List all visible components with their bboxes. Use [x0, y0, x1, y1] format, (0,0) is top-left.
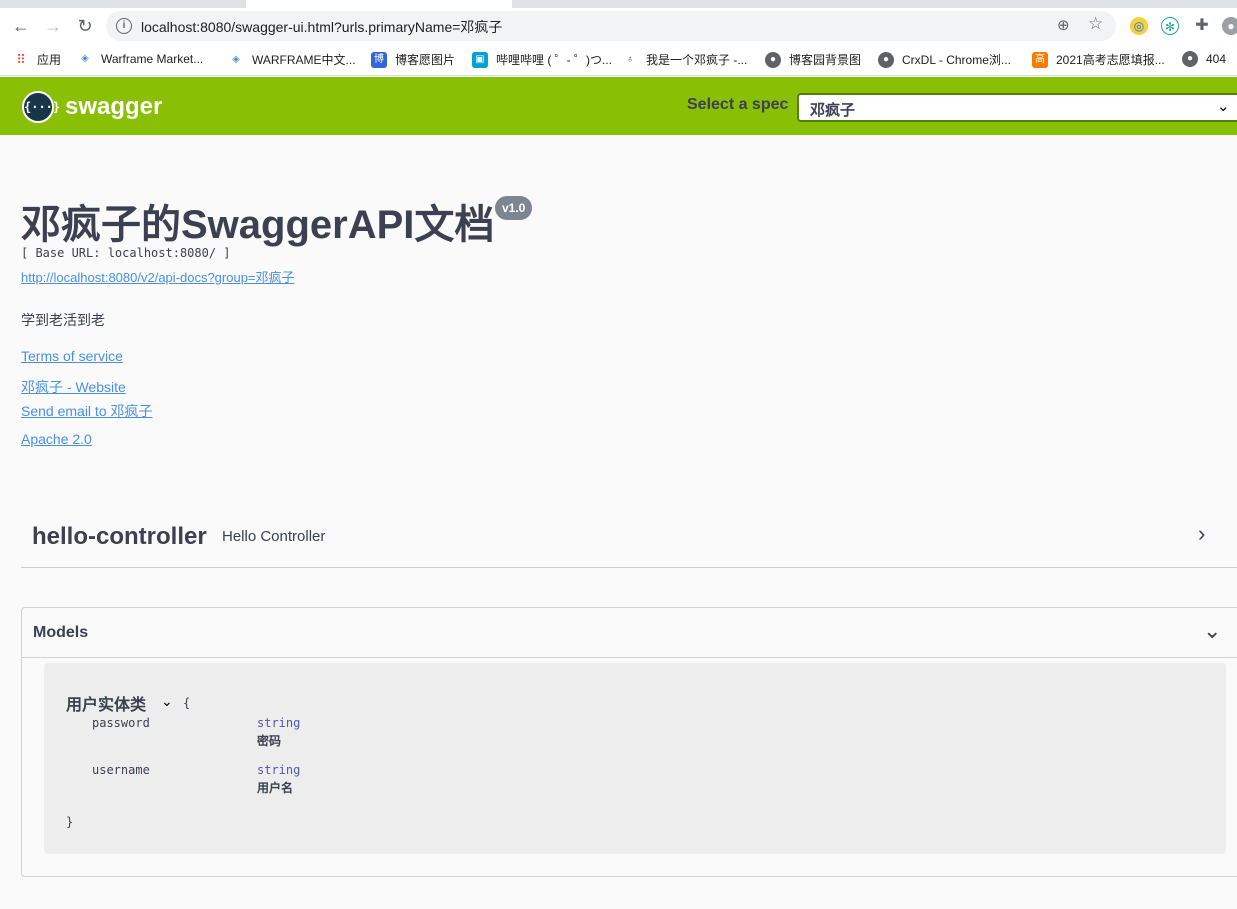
warframe-icon: ◈ [232, 53, 240, 65]
version-badge: v1.0 [495, 196, 533, 220]
globe-icon: ● [765, 51, 781, 68]
controller-name[interactable]: hello-controller [32, 523, 207, 551]
address-row: ← → ↻ i localhost:8080/swagger-ui.html?u… [0, 8, 1237, 44]
chevron-right-icon[interactable]: › [1198, 521, 1205, 547]
blog-icon: 博 [371, 51, 387, 68]
website-link[interactable]: 邓疯子 - Website [21, 377, 126, 397]
property-name: username [92, 763, 150, 777]
close-brace: } [66, 815, 74, 829]
globe-icon: ● [1182, 51, 1198, 67]
models-header[interactable]: Models ⌄ [22, 608, 1237, 658]
zoom-icon[interactable]: ⊕ [1057, 16, 1070, 34]
model-container: 用户实体类 ⌄ { password string 密码 username st… [44, 663, 1226, 854]
bookmark-item[interactable]: ● 404 [1182, 51, 1226, 67]
property-description: 用户名 [257, 781, 294, 795]
forward-arrow-icon[interactable]: → [41, 16, 65, 36]
model-name[interactable]: 用户实体类 [66, 691, 146, 715]
license-link[interactable]: Apache 2.0 [21, 431, 92, 447]
open-brace: { [183, 696, 191, 710]
puzzle-icon[interactable]: ✚ [1193, 17, 1211, 35]
terms-of-service-link[interactable]: Terms of service [21, 348, 123, 364]
extension-icon[interactable]: ✻ [1161, 17, 1179, 35]
bookmark-item[interactable]: ● CrxDL - Chrome浏... [878, 51, 1011, 68]
bookmark-item[interactable]: 高 2021高考志愿填报... [1032, 51, 1165, 68]
controller-section[interactable]: hello-controller Hello Controller › [21, 507, 1237, 568]
person-icon: ♁ [626, 53, 634, 65]
property-type: string [257, 716, 301, 730]
bookmarks-bar: ⠿ 应用 ◈ Warframe Market... ◈ WARFRAME中文... 博… [0, 44, 1237, 76]
bookmark-item[interactable]: ▣ 哔哩哔哩 ( ゜- ゜)つ... [472, 51, 612, 68]
info-icon[interactable]: i [116, 18, 132, 34]
models-section: Models ⌄ 用户实体类 ⌄ { password string 密码 us… [21, 607, 1237, 877]
avatar[interactable]: ● [1222, 17, 1237, 35]
spec-select-value: 邓疯子 [810, 102, 856, 119]
extension-icon[interactable]: ◎ [1130, 17, 1148, 35]
property-type: string [257, 763, 301, 777]
api-description: 学到老活到老 [21, 312, 105, 328]
chevron-down-icon[interactable]: ⌄ [1203, 618, 1221, 644]
tab-strip [0, 0, 1237, 8]
warframe-icon: ◈ [81, 53, 89, 64]
swagger-logo-text[interactable]: swagger [65, 93, 162, 121]
apps-grid-icon: ⠿ [16, 51, 26, 67]
bookmark-item[interactable]: ⠿ 应用 [13, 51, 61, 68]
spec-label: Select a spec [687, 96, 789, 113]
bookmark-item[interactable]: ● 博客园背景图 [765, 51, 861, 68]
chevron-down-icon[interactable]: ⌄ [161, 693, 173, 710]
omnibox[interactable]: i localhost:8080/swagger-ui.html?urls.pr… [106, 11, 1116, 41]
bookmark-item[interactable]: ◈ WARFRAME中文... [228, 51, 355, 68]
active-tab[interactable] [246, 0, 512, 8]
api-docs-link[interactable]: http://localhost:8080/v2/api-docs?group=… [21, 267, 295, 286]
bookmark-star-icon[interactable]: ☆ [1088, 14, 1103, 34]
spec-select[interactable]: 邓疯子 ⌄ [797, 93, 1237, 122]
bilibili-icon: ▣ [472, 51, 488, 68]
bookmark-item[interactable]: ◈ Warframe Market... [77, 51, 203, 67]
swagger-logo-icon[interactable]: {···} [22, 91, 60, 123]
bookmark-item[interactable]: ♁ 我是一个邓疯子 -... [622, 51, 747, 68]
page-title: 邓疯子的SwaggerAPI文档 [21, 203, 495, 247]
models-title[interactable]: Models [33, 624, 88, 642]
url-text[interactable]: localhost:8080/swagger-ui.html?urls.prim… [141, 17, 502, 37]
gaokao-icon: 高 [1032, 51, 1048, 68]
back-arrow-icon[interactable]: ← [9, 16, 33, 36]
property-name: password [92, 716, 150, 730]
swagger-topbar: {···} swagger Select a spec 邓疯子 ⌄ [0, 77, 1237, 135]
property-description: 密码 [257, 734, 282, 748]
base-url: [ Base URL: localhost:8080/ ] [21, 246, 231, 260]
bookmark-item[interactable]: 博博客愿图片 [371, 51, 455, 68]
chevron-down-icon: ⌄ [1217, 98, 1230, 115]
email-link[interactable]: Send email to 邓疯子 [21, 401, 153, 421]
reload-icon[interactable]: ↻ [73, 16, 97, 36]
controller-description: Hello Controller [222, 528, 326, 545]
globe-icon: ● [878, 51, 894, 68]
